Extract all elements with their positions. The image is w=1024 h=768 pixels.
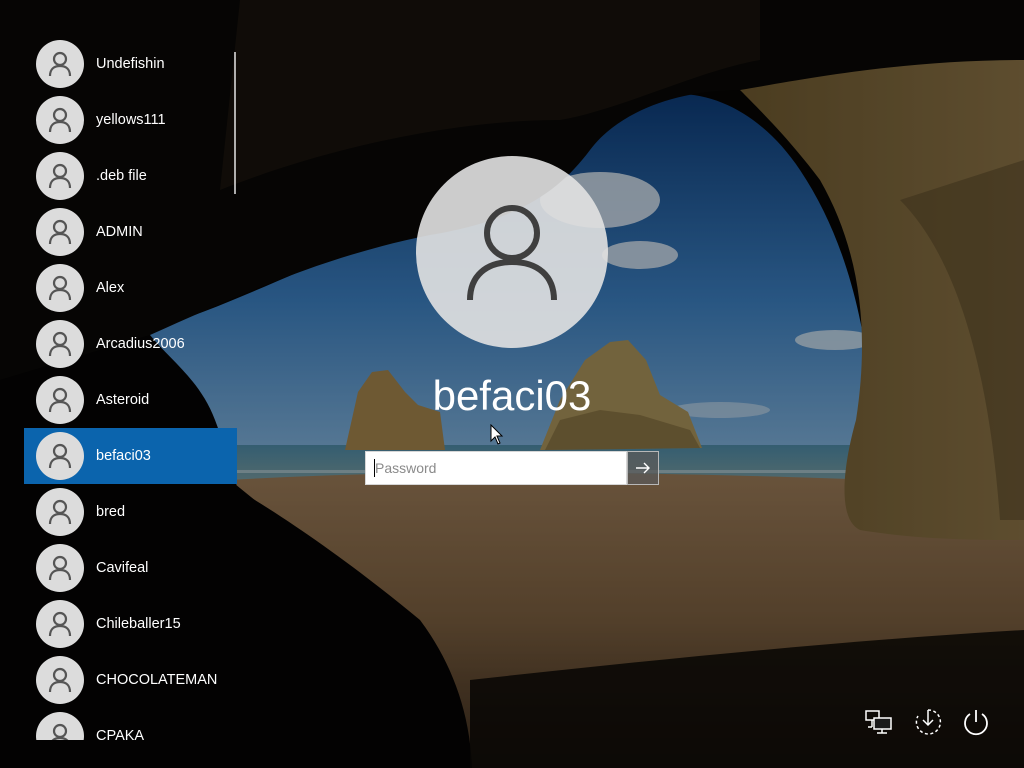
submit-button[interactable] bbox=[627, 451, 659, 485]
person-icon bbox=[48, 499, 72, 525]
power-icon bbox=[964, 710, 988, 736]
user-list-item[interactable]: Asteroid bbox=[24, 372, 237, 428]
user-name: CHOCOLATEMAN bbox=[96, 672, 218, 688]
power-button[interactable] bbox=[958, 704, 994, 740]
user-name: yellows111 bbox=[96, 112, 166, 128]
user-avatar bbox=[36, 40, 84, 88]
person-icon bbox=[48, 275, 72, 301]
network-button[interactable] bbox=[862, 704, 898, 740]
user-avatar bbox=[36, 600, 84, 648]
password-input[interactable] bbox=[365, 451, 627, 485]
selected-user-name: befaci03 bbox=[432, 372, 592, 419]
user-name: Cavifeal bbox=[96, 560, 149, 576]
user-avatar bbox=[36, 544, 84, 592]
user-list-item[interactable]: Cavifeal bbox=[24, 540, 237, 596]
user-list-item[interactable]: Arcadius2006 bbox=[24, 316, 237, 372]
person-icon bbox=[48, 611, 72, 637]
person-icon bbox=[48, 51, 72, 77]
user-name: Asteroid bbox=[96, 392, 150, 408]
user-name: CPAKA bbox=[96, 728, 145, 740]
user-avatar bbox=[36, 320, 84, 368]
user-avatar bbox=[36, 656, 84, 704]
person-icon bbox=[467, 205, 557, 301]
user-avatar bbox=[36, 96, 84, 144]
user-list-item[interactable]: CPAKA bbox=[24, 708, 237, 740]
user-avatar bbox=[36, 152, 84, 200]
selected-user-avatar bbox=[416, 156, 608, 348]
user-name: bred bbox=[96, 504, 126, 520]
user-avatar bbox=[36, 488, 84, 536]
user-list-item[interactable]: ADMIN bbox=[24, 204, 237, 260]
user-name: befaci03 bbox=[96, 448, 151, 464]
user-list-item[interactable]: CHOCOLATEMAN bbox=[24, 652, 237, 708]
lock-screen: Undefishin yellows111 .deb file ADMIN Al… bbox=[0, 0, 1024, 768]
person-icon bbox=[51, 723, 69, 740]
ease-of-access-button[interactable] bbox=[910, 704, 946, 740]
user-avatar bbox=[36, 432, 84, 480]
password-field-group bbox=[365, 451, 659, 485]
user-list-item[interactable]: bred bbox=[24, 484, 237, 540]
user-list-item[interactable]: .deb file bbox=[24, 148, 237, 204]
user-name: Arcadius2006 bbox=[96, 336, 185, 352]
user-list-item[interactable]: Undefishin bbox=[24, 36, 237, 92]
text-caret bbox=[374, 459, 375, 477]
person-icon bbox=[48, 219, 72, 245]
user-avatar bbox=[36, 264, 84, 312]
user-name: .deb file bbox=[96, 168, 147, 184]
person-icon bbox=[48, 667, 72, 693]
user-name: Alex bbox=[96, 280, 125, 296]
person-icon bbox=[48, 331, 72, 357]
person-icon bbox=[48, 163, 72, 189]
user-list-item-selected[interactable]: befaci03 bbox=[24, 428, 237, 484]
user-name: Undefishin bbox=[96, 56, 165, 72]
person-icon bbox=[48, 107, 72, 133]
user-name: Chileballer15 bbox=[96, 616, 181, 632]
user-name: ADMIN bbox=[96, 224, 143, 240]
user-list-item[interactable]: Chileballer15 bbox=[24, 596, 237, 652]
user-avatar bbox=[36, 208, 84, 256]
arrow-right-icon bbox=[636, 462, 650, 474]
user-avatar bbox=[36, 376, 84, 424]
mouse-pointer-icon bbox=[490, 424, 504, 445]
user-list: Undefishin yellows111 .deb file ADMIN Al… bbox=[24, 36, 237, 740]
user-avatar bbox=[36, 712, 84, 740]
person-icon bbox=[48, 443, 72, 469]
network-icon bbox=[865, 710, 892, 734]
person-icon bbox=[48, 555, 72, 581]
user-list-scrollbar[interactable] bbox=[234, 52, 236, 194]
user-list-item[interactable]: Alex bbox=[24, 260, 237, 316]
ease-of-access-icon bbox=[915, 709, 942, 735]
user-list-item[interactable]: yellows111 bbox=[24, 92, 237, 148]
person-icon bbox=[48, 387, 72, 413]
